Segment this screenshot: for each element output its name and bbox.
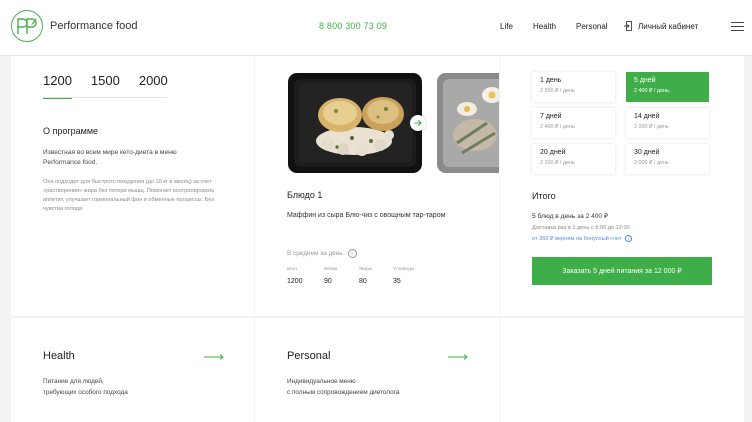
total-summary: 5 блюд в день за 2 400 ₽ (532, 213, 609, 220)
nutrient-value: 1200 (287, 278, 303, 285)
info-icon[interactable]: i (347, 249, 357, 258)
order-panel: 1 день 2 500 ₽ / день 5 дней 2 400 ₽ / д… (500, 56, 744, 316)
nutrient-value: 90 (324, 278, 332, 285)
dish-panel: Блюдо 1 Маффин из сыра Блю-чиз с овощным… (255, 56, 499, 316)
arrow-right-icon[interactable] (448, 354, 468, 360)
info-icon[interactable]: i (625, 235, 633, 242)
daily-average-label: В среднем за день i (287, 249, 357, 258)
nav-life[interactable]: Life (500, 22, 513, 31)
plan-title: 30 дней (634, 149, 660, 156)
tab-2000[interactable]: 2000 (139, 73, 168, 99)
login-icon (624, 21, 632, 31)
tab-1500[interactable]: 1500 (91, 73, 120, 99)
about-description: Она подходит для быстрого похудения (до … (43, 179, 215, 212)
plan-price: 2 400 ₽ / день. (634, 88, 671, 94)
card-title: Health (43, 350, 75, 362)
daily-average-text: В среднем за день (287, 250, 343, 257)
card-text-line: Индивидуальное меню (287, 378, 356, 385)
account-link[interactable]: Личный кабинет (624, 21, 698, 31)
card-text-line: требующих особого подхода (43, 389, 128, 396)
about-title: О программе (43, 126, 99, 136)
bonus-text: от 360 ₽ вернем на бонусный счет (532, 235, 622, 242)
card-description: Питание для людей, требующих особого под… (43, 376, 203, 398)
nutrient-fat: Жиры 80 (359, 267, 372, 285)
delivery-info: Доставка раз в 1 день с 6:00 до 12:00 (532, 225, 630, 231)
dish-description: Маффин из сыра Блю-чиз с овощным тар-тар… (287, 212, 446, 219)
nutrient-label: Углеводы (393, 267, 415, 272)
nutrient-carbs: Углеводы 35 (393, 267, 414, 285)
tab-1200[interactable]: 1200 (43, 73, 72, 99)
nutrient-label: Белки (324, 267, 338, 272)
nutrient-label: Жиры (359, 267, 373, 272)
menu-icon[interactable] (731, 22, 744, 31)
phone-link[interactable]: 8 800 300 73 09 (319, 21, 387, 31)
plan-title: 20 дней (540, 149, 566, 156)
personal-card[interactable]: Personal Индивидуальное меню с полным со… (255, 318, 499, 422)
account-label: Личный кабинет (638, 21, 699, 31)
plan-title: 1 день (540, 77, 562, 84)
bonus-link[interactable]: от 360 ₽ вернем на бонусный счет i (532, 235, 633, 242)
calorie-tabs: 1200 1500 2000 (43, 73, 187, 99)
card-description: Индивидуальное меню с полным сопровожден… (287, 376, 447, 398)
plan-title: 7 дней (540, 113, 562, 120)
plan-30-days[interactable]: 30 дней 2 000 ₽ / день (626, 144, 709, 174)
next-dish-button[interactable] (410, 115, 426, 131)
nutrient-label: ккал (287, 267, 297, 272)
card-text-line: Питание для людей, (43, 378, 104, 385)
plan-1-day[interactable]: 1 день 2 500 ₽ / день (532, 72, 615, 102)
nav-personal[interactable]: Personal (576, 22, 608, 31)
arrow-right-icon (414, 119, 422, 127)
program-panel: 1200 1500 2000 О программе Известная во … (11, 56, 254, 316)
nutrient-value: 80 (359, 278, 367, 285)
about-lead: Известная во всем мире кето-диета в меню… (43, 149, 177, 166)
nutrient-value: 35 (393, 278, 401, 285)
plan-price: 2 100 ₽ / день (540, 160, 575, 166)
order-button[interactable]: Заказать 5 дней питания за 12 000 ₽ (532, 257, 712, 285)
nutrient-kcal: ккал 1200 (287, 267, 303, 285)
plan-price: 2 200 ₽ / день (634, 124, 669, 130)
total-title: Итого (532, 191, 556, 201)
plan-5-days[interactable]: 5 дней 2 400 ₽ / день. (626, 72, 709, 102)
nav-health[interactable]: Health (533, 22, 556, 31)
nutrient-protein: Белки 90 (324, 267, 337, 285)
plan-title: 5 дней (634, 77, 656, 84)
site-header: Performance food 8 800 300 73 09 Life He… (0, 0, 752, 56)
logo-mark-icon (11, 10, 43, 42)
card-text-line: с полным сопровождением диетолога (287, 389, 400, 396)
logo[interactable]: Performance food (11, 10, 137, 42)
arrow-right-icon[interactable] (204, 354, 224, 360)
tabs-underline (43, 97, 167, 98)
health-card[interactable]: Health Питание для людей, требующих особ… (11, 318, 254, 422)
plan-20-days[interactable]: 20 дней 2 100 ₽ / день (532, 144, 615, 174)
empty-card (500, 318, 744, 422)
next-dish-image[interactable] (437, 73, 499, 173)
plan-14-days[interactable]: 14 дней 2 200 ₽ / день (626, 108, 709, 138)
plan-price: 2 000 ₽ / день (634, 160, 669, 166)
plan-price: 2 400 ₽ / день (540, 124, 575, 130)
plan-price: 2 500 ₽ / день (540, 88, 575, 94)
dish-name: Блюдо 1 (287, 190, 323, 200)
plan-title: 14 дней (634, 113, 660, 120)
card-title: Personal (287, 350, 331, 362)
dish-image[interactable] (288, 73, 422, 173)
brand-name: Performance food (50, 20, 138, 32)
plan-7-days[interactable]: 7 дней 2 400 ₽ / день (532, 108, 615, 138)
